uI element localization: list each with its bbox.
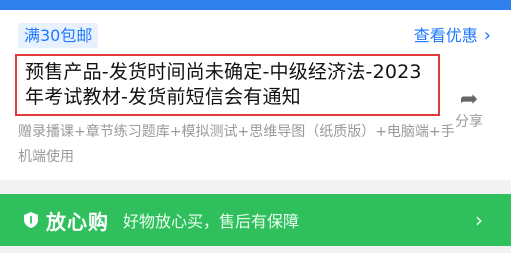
section-divider (0, 180, 511, 194)
share-arrow-icon: ➦ (459, 87, 479, 112)
chevron-right-icon: › (475, 208, 483, 232)
product-title: 预售产品-发货时间尚未确定-中级经济法-2023年考试教材-发货前短信会有通知 (25, 61, 422, 108)
free-shipping-badge: 满30包邮 (18, 23, 99, 48)
top-strip (0, 0, 511, 10)
shield-icon (22, 211, 40, 229)
product-description: 赠录播课+章节练习题库+模拟测试+思维导图（纸质版）+电脑端+手机端使用 (18, 124, 455, 165)
assurance-banner[interactable]: 放心购 好物放心买，售后有保障 › (0, 194, 511, 246)
view-offers-link[interactable]: 查看优惠 › (414, 23, 491, 48)
bottom-strip (0, 246, 511, 253)
chevron-right-icon: › (483, 25, 491, 46)
assurance-slogan: 好物放心买，售后有保障 (123, 212, 300, 231)
view-offers-label: 查看优惠 (413, 26, 478, 45)
assurance-brand: 放心购 (46, 209, 109, 234)
